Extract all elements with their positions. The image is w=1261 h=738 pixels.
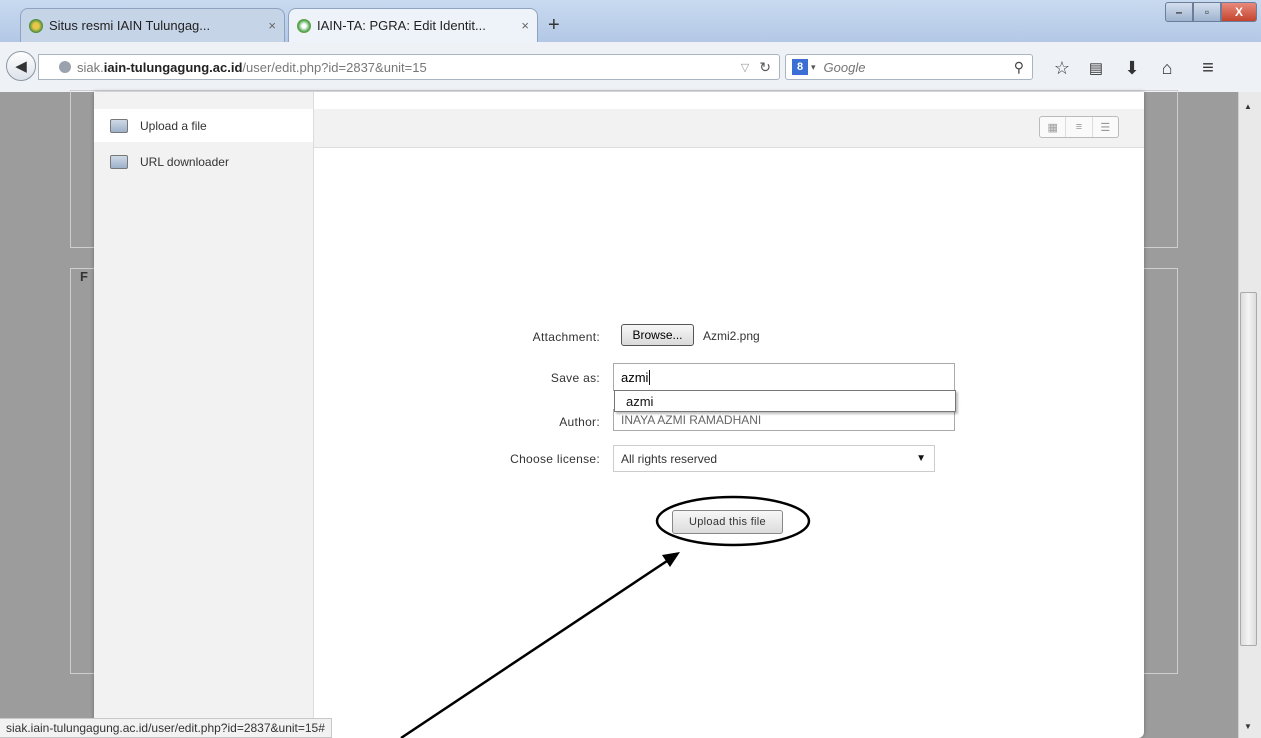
pointer-arrow-line [400, 557, 671, 738]
annotation-overlay [400, 495, 811, 738]
status-bar: siak.iain-tulungagung.ac.id/user/edit.ph… [0, 718, 332, 738]
highlight-ellipse [655, 495, 811, 547]
pointer-arrow-head [662, 552, 680, 567]
